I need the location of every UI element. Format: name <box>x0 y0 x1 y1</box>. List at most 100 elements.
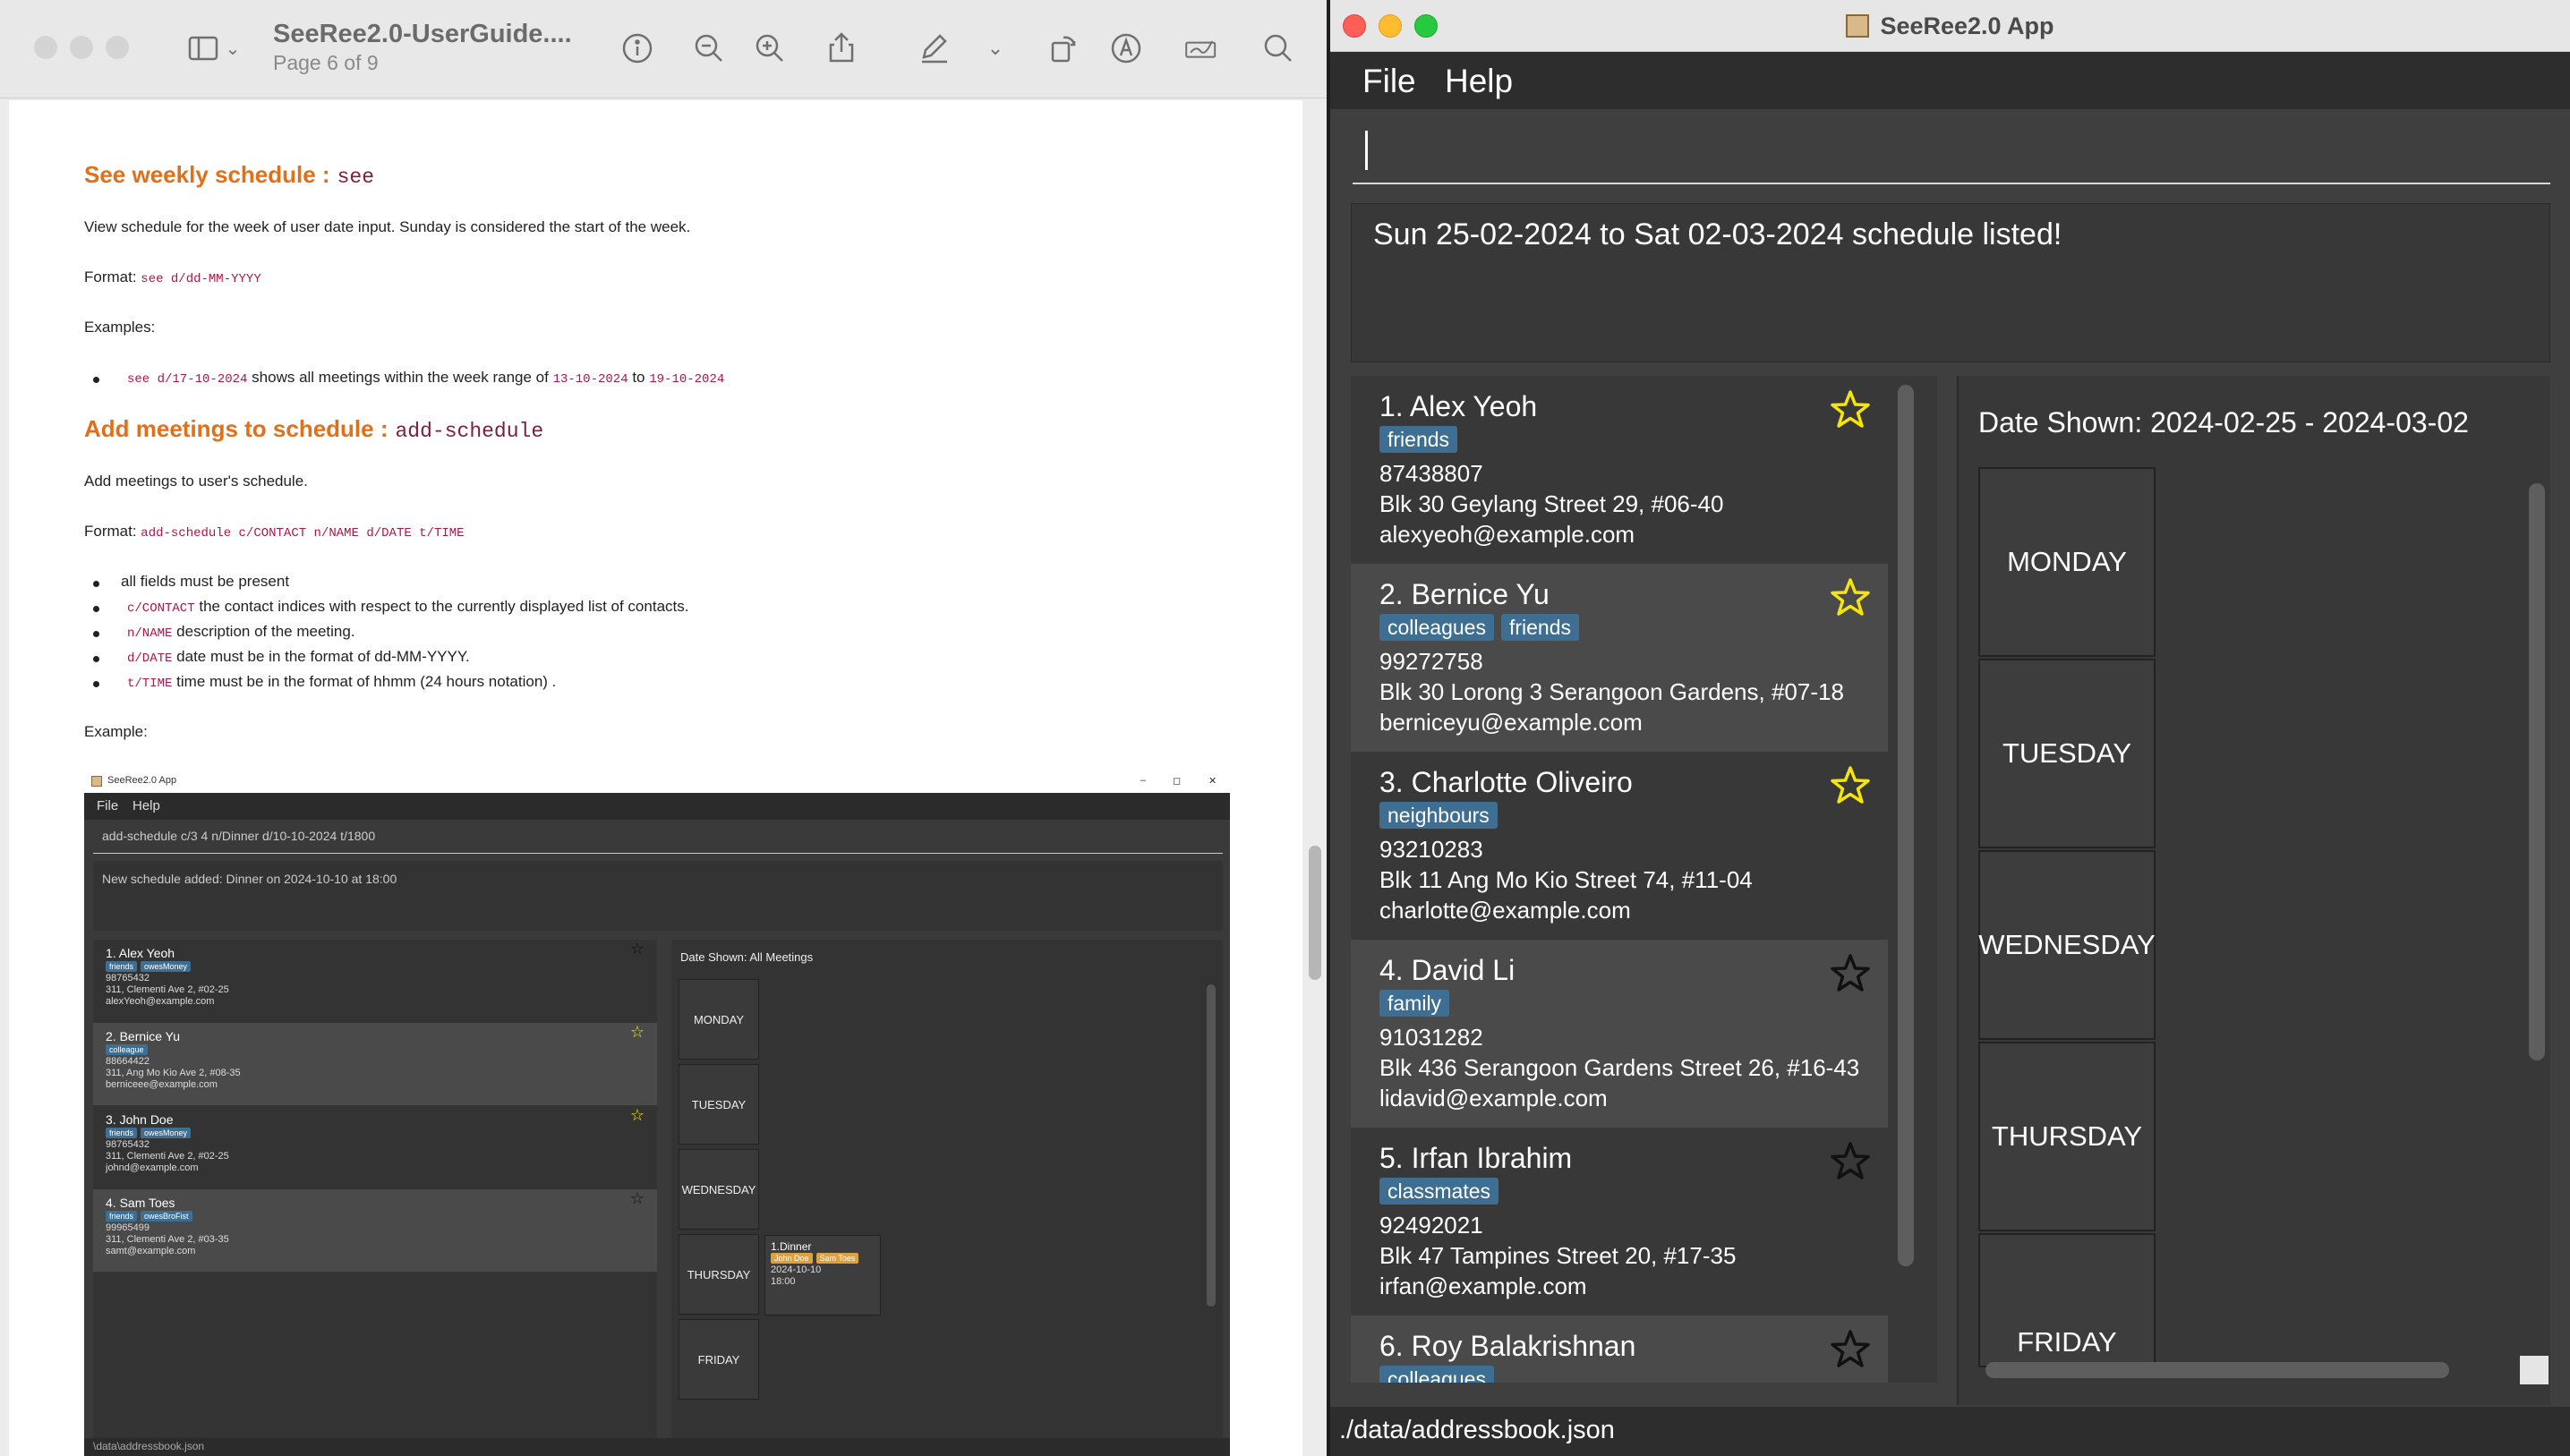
scroll-corner <box>2520 1356 2549 1384</box>
chevron-down-icon[interactable]: ⌄ <box>979 25 1012 72</box>
add-bullet-5: t/TIME time must be in the format of hhm… <box>127 673 557 691</box>
zoom-traffic-light[interactable] <box>106 36 129 59</box>
shot-contact: 1. Alex Yeoh friends owesMoney 98765432 31… <box>93 940 657 1022</box>
minimize-traffic-light[interactable] <box>70 36 93 59</box>
app-title: SeeRee2.0 App <box>1330 0 2570 52</box>
menu-file[interactable]: File <box>1357 59 1422 104</box>
person-name: 2. Bernice Yu <box>1379 578 1550 610</box>
zoom-in-icon[interactable] <box>750 25 790 72</box>
add-bullet-1: all fields must be present <box>121 573 290 590</box>
close-traffic-light[interactable] <box>34 36 57 59</box>
shot-title: SeeRee2.0 App <box>107 775 177 786</box>
bullet <box>93 581 99 587</box>
share-icon[interactable] <box>822 25 861 72</box>
add-heading: Add meetings to schedule : add-schedule <box>84 415 544 443</box>
star-icon: ☆ <box>629 1189 645 1207</box>
bullet <box>93 681 99 687</box>
person-email: charlotte@example.com <box>1379 897 1631 924</box>
see-format: Format: see d/dd-MM-YYYY <box>84 268 261 286</box>
person-email: alexyeoh@example.com <box>1379 521 1635 548</box>
annotate-icon[interactable] <box>1106 25 1146 72</box>
shot-contact-list: 1. Alex Yeoh friends owesMoney 98765432 31… <box>93 940 657 1441</box>
shot-menu-help: Help <box>132 798 160 813</box>
markup-pen-icon[interactable] <box>915 25 954 72</box>
see-examples-label: Examples: <box>84 319 156 336</box>
add-description: Add meetings to user's schedule. <box>84 473 308 490</box>
star-outline-icon[interactable] <box>1829 1328 1872 1371</box>
person-name: 5. Irfan Ibrahim <box>1379 1142 1573 1174</box>
shot-day: THURSDAY <box>679 1234 759 1315</box>
person-card[interactable]: 6. Roy Balakrishnan colleagues <box>1351 1316 1888 1383</box>
shot-result: New schedule added: Dinner on 2024-10-10… <box>93 861 1223 931</box>
person-card[interactable]: 3. Charlotte Oliveiro neighbours 9321028… <box>1351 752 1888 940</box>
minimize-button[interactable] <box>1379 14 1402 38</box>
menubar: File Help <box>1330 52 2570 109</box>
tag: friends <box>1500 614 1580 641</box>
app-icon <box>91 776 102 787</box>
tag: friends <box>1379 426 1458 453</box>
person-card[interactable]: 1. Alex Yeoh friends 87438807 Blk 30 Gey… <box>1351 376 1888 564</box>
menu-help[interactable]: Help <box>1439 59 1518 104</box>
person-list-scrollbar[interactable] <box>1898 385 1914 1266</box>
day-wednesday: WEDNESDAY <box>1978 850 2156 1040</box>
tag: colleagues <box>1379 614 1494 641</box>
add-bullet-4: d/DATE date must be in the format of dd-… <box>127 648 470 666</box>
close-button[interactable] <box>1343 14 1366 38</box>
star-outline-icon[interactable] <box>1829 952 1872 995</box>
shot-day: TUESDAY <box>679 1064 759 1145</box>
command-input[interactable] <box>1353 116 2550 183</box>
signature-icon[interactable] <box>1176 25 1226 72</box>
shot-contact: 4. Sam Toes friends owesBroFist 99965499 3… <box>93 1189 657 1272</box>
person-card[interactable]: 4. David Li family 91031282 Blk 436 Sera… <box>1351 940 1888 1128</box>
day-tuesday: TUESDAY <box>1978 659 2156 848</box>
document-title: SeeRee2.0-UserGuide.... <box>273 20 572 48</box>
shot-contact: 2. Bernice Yu colleague 88664422 311, Ang… <box>93 1023 657 1105</box>
person-name: 3. Charlotte Oliveiro <box>1379 766 1633 798</box>
preview-scrollbar[interactable] <box>1309 846 1321 980</box>
schedule-vertical-scrollbar[interactable] <box>2529 483 2545 1060</box>
shot-day: FRIDAY <box>679 1319 759 1400</box>
schedule-horizontal-scrollbar[interactable] <box>1985 1362 2449 1378</box>
command-box[interactable] <box>1353 116 2550 184</box>
minimize-icon: – <box>1140 775 1147 786</box>
rotate-icon[interactable] <box>1044 25 1083 72</box>
preview-toolbar: ⌄ SeeRee2.0-UserGuide.... Page 6 of 9 ⌄ <box>0 0 1327 98</box>
status-bar: ./data/addressbook.json <box>1330 1407 2570 1456</box>
info-icon[interactable] <box>618 25 657 72</box>
zoom-out-icon[interactable] <box>689 25 729 72</box>
shot-menubar: File Help <box>84 793 1230 820</box>
add-bullet-2: c/CONTACT the contact indices with respe… <box>127 598 689 616</box>
favourite-star-icon[interactable] <box>1829 576 1872 619</box>
see-description: View schedule for the week of user date … <box>84 218 691 235</box>
date-shown-label: Date Shown: 2024-02-25 - 2024-03-02 <box>1978 406 2469 439</box>
favourite-star-icon[interactable] <box>1829 388 1872 431</box>
star-outline-icon[interactable] <box>1829 1140 1872 1183</box>
person-name: 6. Roy Balakrishnan <box>1379 1330 1636 1362</box>
person-name: 1. Alex Yeoh <box>1379 390 1538 422</box>
person-email: lidavid@example.com <box>1379 1085 1608 1111</box>
person-email: berniceyu@example.com <box>1379 709 1643 736</box>
person-card[interactable]: 5. Irfan Ibrahim classmates 92492021 Blk… <box>1351 1128 1888 1316</box>
shot-menu-file: File <box>97 798 119 813</box>
zoom-button[interactable] <box>1414 14 1438 38</box>
person-phone: 93210283 <box>1379 836 1483 863</box>
see-example: see d/17-10-2024 shows all meetings with… <box>127 369 725 387</box>
schedule-panel: Date Shown: 2024-02-25 - 2024-03-02 MOND… <box>1957 376 2550 1405</box>
person-card[interactable]: 2. Bernice Yu colleagues friends 99272758… <box>1351 564 1888 752</box>
shot-titlebar: SeeRee2.0 App – ◻ ✕ <box>84 771 1230 793</box>
bullet <box>93 606 99 612</box>
shot-meeting-card: 1.Dinner John Doe Sam Toes 2024-10-10 18:0… <box>764 1235 881 1316</box>
star-icon: ☆ <box>629 1106 645 1124</box>
app-titlebar: SeeRee2.0 App <box>1330 0 2570 52</box>
search-icon[interactable] <box>1259 25 1298 72</box>
tag: neighbours <box>1379 802 1498 829</box>
close-icon: ✕ <box>1208 776 1217 787</box>
tag: colleagues <box>1379 1366 1494 1383</box>
person-phone: 99272758 <box>1379 648 1483 675</box>
person-address: Blk 47 Tampines Street 20, #17-35 <box>1379 1242 1737 1269</box>
preview-window: ⌄ SeeRee2.0-UserGuide.... Page 6 of 9 ⌄ <box>0 0 1327 1456</box>
star-icon: ☆ <box>629 940 645 958</box>
sidebar-toggle-icon[interactable]: ⌄ <box>175 25 251 72</box>
app-icon <box>1846 14 1870 38</box>
favourite-star-icon[interactable] <box>1829 764 1872 807</box>
